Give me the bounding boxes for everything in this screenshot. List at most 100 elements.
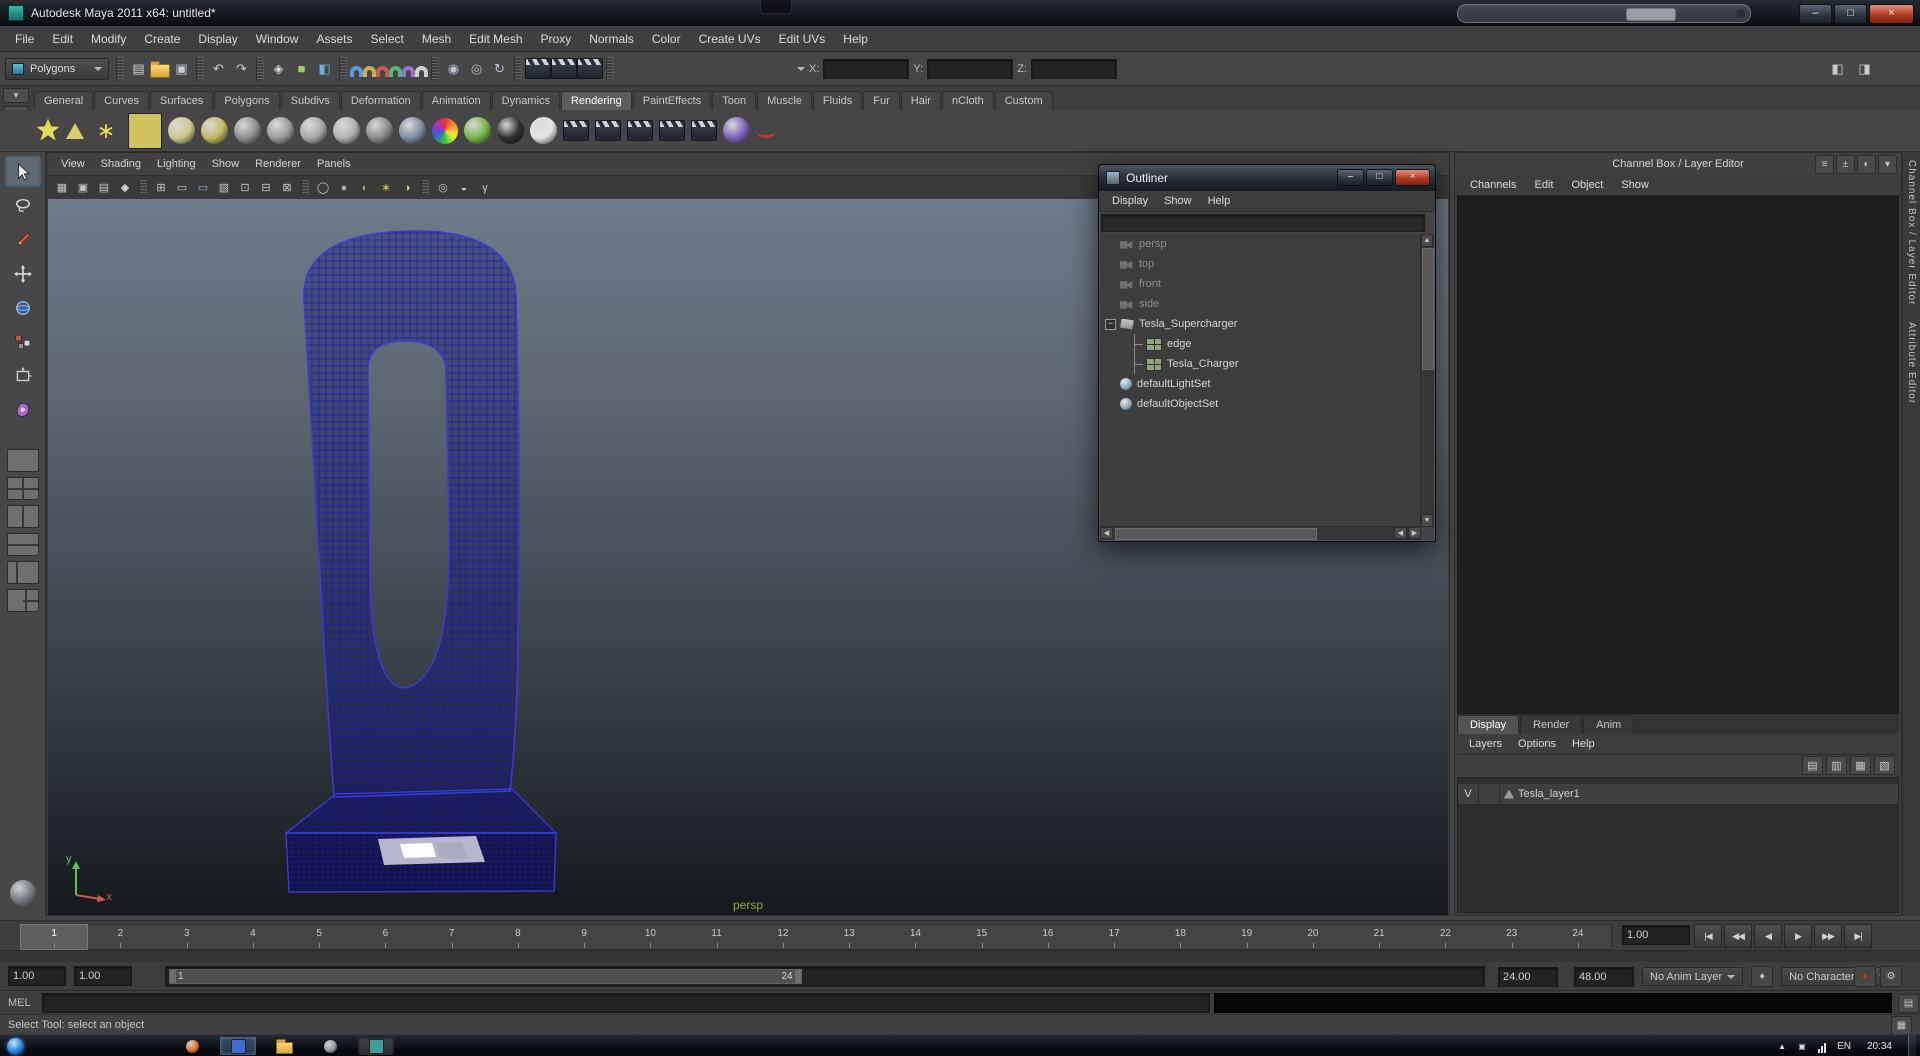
remote-close-icon[interactable] [1736,9,1745,18]
minimize-button[interactable]: – [1799,4,1832,24]
select-component-icon[interactable]: ◧ [313,57,336,81]
channel-box-menu-item[interactable]: Channels [1461,175,1525,195]
range-slider-bar[interactable]: 1 24 [169,969,802,984]
clock[interactable]: 20:34 [1867,1041,1892,1052]
safe-action-icon[interactable]: ⊟ [256,178,276,197]
frame-cell[interactable]: 20 [1280,925,1346,949]
command-line-result-area[interactable] [1214,993,1892,1013]
layer-name[interactable]: Tesla_layer1 [1518,788,1580,800]
shading-map-icon[interactable] [464,117,491,144]
outliner-horizontal-scrollbar[interactable]: ◀ ◀ ▶ [1100,526,1421,540]
film-gate-icon[interactable]: ▭ [172,178,192,197]
panel-menu-icon[interactable]: ▾ [1878,155,1897,174]
start-button[interactable] [7,1037,24,1055]
channel-box-menu-item[interactable]: Edit [1525,175,1562,195]
resolution-gate-icon[interactable]: ▭ [193,178,213,197]
outliner-item[interactable]: edge [1100,334,1421,354]
separator-grip[interactable] [256,56,264,81]
minimize-button[interactable]: – [1337,169,1364,186]
current-time-field[interactable] [1622,925,1690,945]
range-slider-track[interactable]: 1 24 [165,966,1485,987]
layer-editor-tab[interactable]: Anim [1583,715,1635,734]
bookmarks-icon[interactable]: ◆ [115,178,135,197]
layer-visibility-toggle[interactable]: V [1458,785,1479,803]
textured-icon[interactable]: ◐ [355,178,375,197]
layer-editor-menu-item[interactable]: Help [1564,734,1603,754]
auto-keyframe-icon[interactable]: ● [1854,966,1876,987]
channel-box-menu-item[interactable]: Object [1562,175,1612,195]
frame-cell[interactable]: 17 [1081,925,1147,949]
y-coordinate-input[interactable] [927,58,1014,79]
outliner-menu-item[interactable]: Help [1200,191,1239,211]
remote-session-button[interactable] [1626,8,1676,21]
undo-icon[interactable]: ↶ [207,57,230,81]
shelf-tab[interactable]: Curves [94,91,149,110]
render-settings-icon[interactable] [577,58,603,79]
viewport-menu-item[interactable]: Renderer [247,153,309,175]
shelf-tab-selector-icon[interactable]: ▾ [3,88,29,103]
frame-cell[interactable]: 23 [1479,925,1545,949]
separator-grip[interactable] [301,180,309,195]
frame-cell[interactable]: 10 [617,925,683,949]
open-scene-icon[interactable] [150,60,170,78]
browser-icon[interactable] [312,1037,348,1055]
menu-item[interactable]: File [6,26,43,52]
playback-start-field[interactable] [74,966,132,986]
paint-select-tool-button[interactable] [4,223,42,256]
scale-tool-button[interactable] [4,325,42,358]
channel-mode-icon[interactable]: ◐ [1857,155,1876,174]
menu-item[interactable]: Color [643,26,690,52]
layer-editor-tab[interactable]: Render [1520,715,1583,734]
menu-item[interactable]: Mesh [413,26,460,52]
shelf-tab[interactable]: Surfaces [149,91,214,110]
show-desktop-button[interactable] [1908,1035,1916,1056]
spot-light-icon[interactable] [66,122,84,139]
persp-outliner-layout-button[interactable] [6,561,39,584]
firefox-icon[interactable] [174,1037,210,1055]
maya-task-icon[interactable] [358,1037,394,1055]
shelf-tab[interactable]: Polygons [214,91,280,110]
play-backwards-icon[interactable]: ◀ [1754,924,1782,948]
exposure-icon[interactable]: γ [475,178,495,197]
new-scene-icon[interactable]: ▤ [127,57,150,81]
scrollbar-thumb[interactable] [1422,248,1434,370]
viewport-menu-item[interactable]: Lighting [149,153,204,175]
separator-grip[interactable] [339,56,347,81]
layer-display-type-toggle[interactable] [1479,785,1500,803]
edit-layer-icon[interactable]: ▦ [1850,756,1871,775]
menu-item[interactable]: Modify [82,26,135,52]
frame-cell[interactable]: 12 [750,925,816,949]
menu-item[interactable]: Create UVs [690,26,770,52]
shelf-tab[interactable]: Muscle [757,91,812,110]
shelf-tab[interactable]: General [34,91,94,110]
outliner-vertical-scrollbar[interactable]: ▲ ▼ [1420,234,1434,527]
render-settings-shelf-icon[interactable] [563,120,589,141]
shelf-tab[interactable]: Subdivs [280,91,340,110]
surface-shader-icon[interactable] [497,117,524,144]
show-left-panel-icon[interactable]: ◧ [1826,57,1849,81]
step-back-frame-icon[interactable]: ◀◀ [1724,924,1752,948]
shelf-tab[interactable]: PaintEffects [632,91,712,110]
frame-cell[interactable]: 6 [352,925,418,949]
shelf-tab[interactable]: Toon [712,91,757,110]
menu-item[interactable]: Create [135,26,189,52]
paint-effects-icon[interactable] [756,124,776,138]
soft-mod-tool-button[interactable] [4,393,42,426]
channel-speed-icon[interactable]: ± [1836,155,1855,174]
select-object-icon[interactable]: ■ [290,57,313,81]
lambert-material-icon[interactable] [300,117,327,144]
scrollbar-thumb[interactable] [1115,528,1317,540]
scroll-left-icon[interactable]: ◀ [1394,527,1407,539]
go-to-start-icon[interactable]: |◀ [1694,924,1722,948]
close-button[interactable]: × [1395,169,1430,186]
single-pane-layout-button[interactable] [6,449,39,472]
four-pane-layout-button[interactable] [6,477,39,500]
two-pane-side-layout-button[interactable] [6,505,39,528]
frame-cell[interactable]: 2 [87,925,153,949]
time-slider-track[interactable]: 1 2 3 4 5 6 7 8 9 10 11 12 13 14 15 16 17 18 19 20 21 22 23 24 [19,924,1612,950]
separator-grip[interactable] [421,180,429,195]
frame-cell[interactable]: 22 [1412,925,1478,949]
outliner-item[interactable]: top [1100,254,1421,274]
shelf-tab[interactable]: nCloth [941,91,994,110]
snap-to-curve-icon[interactable] [363,66,376,77]
